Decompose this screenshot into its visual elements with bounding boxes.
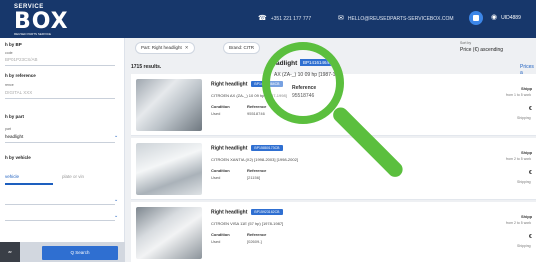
search-by-vehicle-heading: h by vehicle <box>5 155 31 160</box>
result-title-text: Right headlight <box>211 145 248 152</box>
filter-chip-part-label: Part: Right headlight <box>141 45 182 50</box>
reference-value: [21156] <box>247 175 261 180</box>
top-bar: SERVICE BOX REUSED PARTS SERVICE ☎ +351 2… <box>0 0 536 38</box>
magnified-model: AX (ZA-_) 10 09 hp [1987-1998 <box>274 72 344 78</box>
clear-button[interactable]: ar <box>0 242 20 262</box>
part-photo[interactable] <box>136 143 202 195</box>
condition-label: Condition <box>211 168 230 173</box>
logo-main-text: BOX <box>14 9 69 34</box>
chevron-down-icon[interactable]: ⌄ <box>114 133 118 139</box>
part-select-underline <box>5 142 115 143</box>
reference-value: [02609-] <box>247 239 262 244</box>
bp-input[interactable]: BP01P23CS/AB <box>5 57 38 62</box>
condition-label: Condition <box>211 104 230 109</box>
price: € <box>529 170 532 176</box>
reference-label: Reference <box>247 232 267 237</box>
part-select[interactable]: headlight <box>5 134 23 139</box>
shipping-eta: from 2 to 5 work <box>506 221 532 225</box>
magnifier-icon: adlight BP14161464CB AX (ZA-_) 10 09 hp … <box>262 42 344 124</box>
sort-select[interactable]: Price (€) ascending <box>460 47 503 53</box>
reference-label: Reference <box>247 168 267 173</box>
search-sidebar: h by BP code BP01P23CS/AB h by reference… <box>0 38 125 262</box>
part-photo[interactable] <box>136 207 202 259</box>
phone-link[interactable]: ☎ +351 221 177 777 <box>258 14 311 22</box>
search-by-reference-heading: h by reference <box>5 73 36 78</box>
phone-icon: ☎ <box>258 15 267 22</box>
results-count: 1715 results. <box>131 64 162 70</box>
magnified-title: adlight <box>276 60 298 67</box>
mail-icon: ✉ <box>338 15 344 22</box>
tab-vehicle[interactable]: vehicle <box>5 174 19 179</box>
app-window: SERVICE BOX REUSED PARTS SERVICE ☎ +351 2… <box>0 0 536 262</box>
part-field-label: part <box>5 127 12 131</box>
filter-chip-brand[interactable]: Brand: CITR <box>223 42 261 54</box>
bp-input-underline <box>5 65 115 66</box>
reference-label: Reference <box>247 104 267 109</box>
condition-value: Used <box>211 175 221 180</box>
shipping-cost: Shipping <box>517 180 531 184</box>
cart-icon[interactable] <box>469 11 483 25</box>
search-button[interactable]: Q Search <box>42 246 118 260</box>
magnified-bp-badge: BP14161464CB <box>300 59 336 66</box>
shipping-eta: from 2 to 5 work <box>506 157 532 161</box>
search-by-part-heading: h by part <box>5 114 25 119</box>
condition-value: Used <box>211 111 221 116</box>
result-title[interactable]: Right headlight BP15923162CB <box>211 209 283 215</box>
vehicle-model: CITROEN VISA 11E (57 hp) [1978-1987] <box>211 221 284 226</box>
bp-field-label: code <box>5 51 13 55</box>
brand-select-underline <box>5 204 115 205</box>
user-id: UID4889 <box>501 15 521 21</box>
price: € <box>529 106 532 112</box>
shipping-eta: from 1 to 5 work <box>506 93 532 97</box>
condition-value: Used <box>211 239 221 244</box>
result-card[interactable]: Right headlight BP15880173CB CITROEN XANT… <box>131 138 536 200</box>
vehicle-model: CITROEN XANTIA (X2) [1998-2003] [1998-20… <box>211 157 298 162</box>
result-title-text: Right headlight <box>211 81 248 88</box>
logo-sub-text: REUSED PARTS SERVICE <box>14 32 52 36</box>
model-select-underline <box>5 220 115 221</box>
result-title[interactable]: Right headlight BP15880173CB <box>211 145 283 151</box>
filter-chip-part[interactable]: Part: Right headlight ✕ <box>135 42 195 54</box>
tab-plate-or-vin[interactable]: plate or vin <box>62 174 84 179</box>
price: € <box>529 234 532 240</box>
bp-badge: BP15880173CB <box>251 145 283 151</box>
active-tab-indicator <box>5 183 53 185</box>
magnified-reference-label: Reference <box>292 85 317 91</box>
shipping-label: Shipp <box>521 214 533 219</box>
bp-badge: BP15923162CB <box>251 209 283 215</box>
email-link[interactable]: ✉ HELLO@REUSEDPARTS-SERVICEBOX.COM <box>338 14 454 22</box>
sort-label: Sort by <box>460 41 472 45</box>
reference-value: 95518746 <box>247 111 265 116</box>
shipping-label: Shipp <box>521 150 533 155</box>
email-text: HELLO@REUSEDPARTS-SERVICEBOX.COM <box>347 16 454 22</box>
magnifier-lens-content: adlight BP14161464CB AX (ZA-_) 10 09 hp … <box>270 50 336 116</box>
reference-field-label: rence <box>5 83 14 87</box>
logo[interactable]: SERVICE BOX REUSED PARTS SERVICE <box>14 4 74 36</box>
shipping-cost: Shipping <box>517 116 531 120</box>
close-icon[interactable]: ✕ <box>185 45 189 50</box>
reference-input[interactable]: DIGITAL XXX <box>5 90 32 95</box>
shipping-label: Shipp <box>521 86 533 91</box>
reference-input-underline <box>5 98 115 99</box>
user-menu[interactable]: ◉ UID4889 <box>491 13 521 21</box>
user-icon: ◉ <box>491 14 498 21</box>
result-title-text: Right headlight <box>211 209 248 216</box>
search-by-bp-heading: h by BP <box>5 42 22 47</box>
chevron-down-icon[interactable]: ⌄ <box>114 213 118 219</box>
result-card[interactable]: Right headlight BP15923162CB CITROEN VISA… <box>131 202 536 262</box>
shipping-cost: Shipping <box>517 244 531 248</box>
part-photo[interactable] <box>136 79 202 131</box>
phone-text: +351 221 177 777 <box>270 16 312 22</box>
filter-chip-brand-label: Brand: CITR <box>229 45 255 50</box>
condition-label: Condition <box>211 232 230 237</box>
chevron-down-icon[interactable]: ⌄ <box>114 197 118 203</box>
magnified-reference-value: 95518746 <box>292 93 315 99</box>
